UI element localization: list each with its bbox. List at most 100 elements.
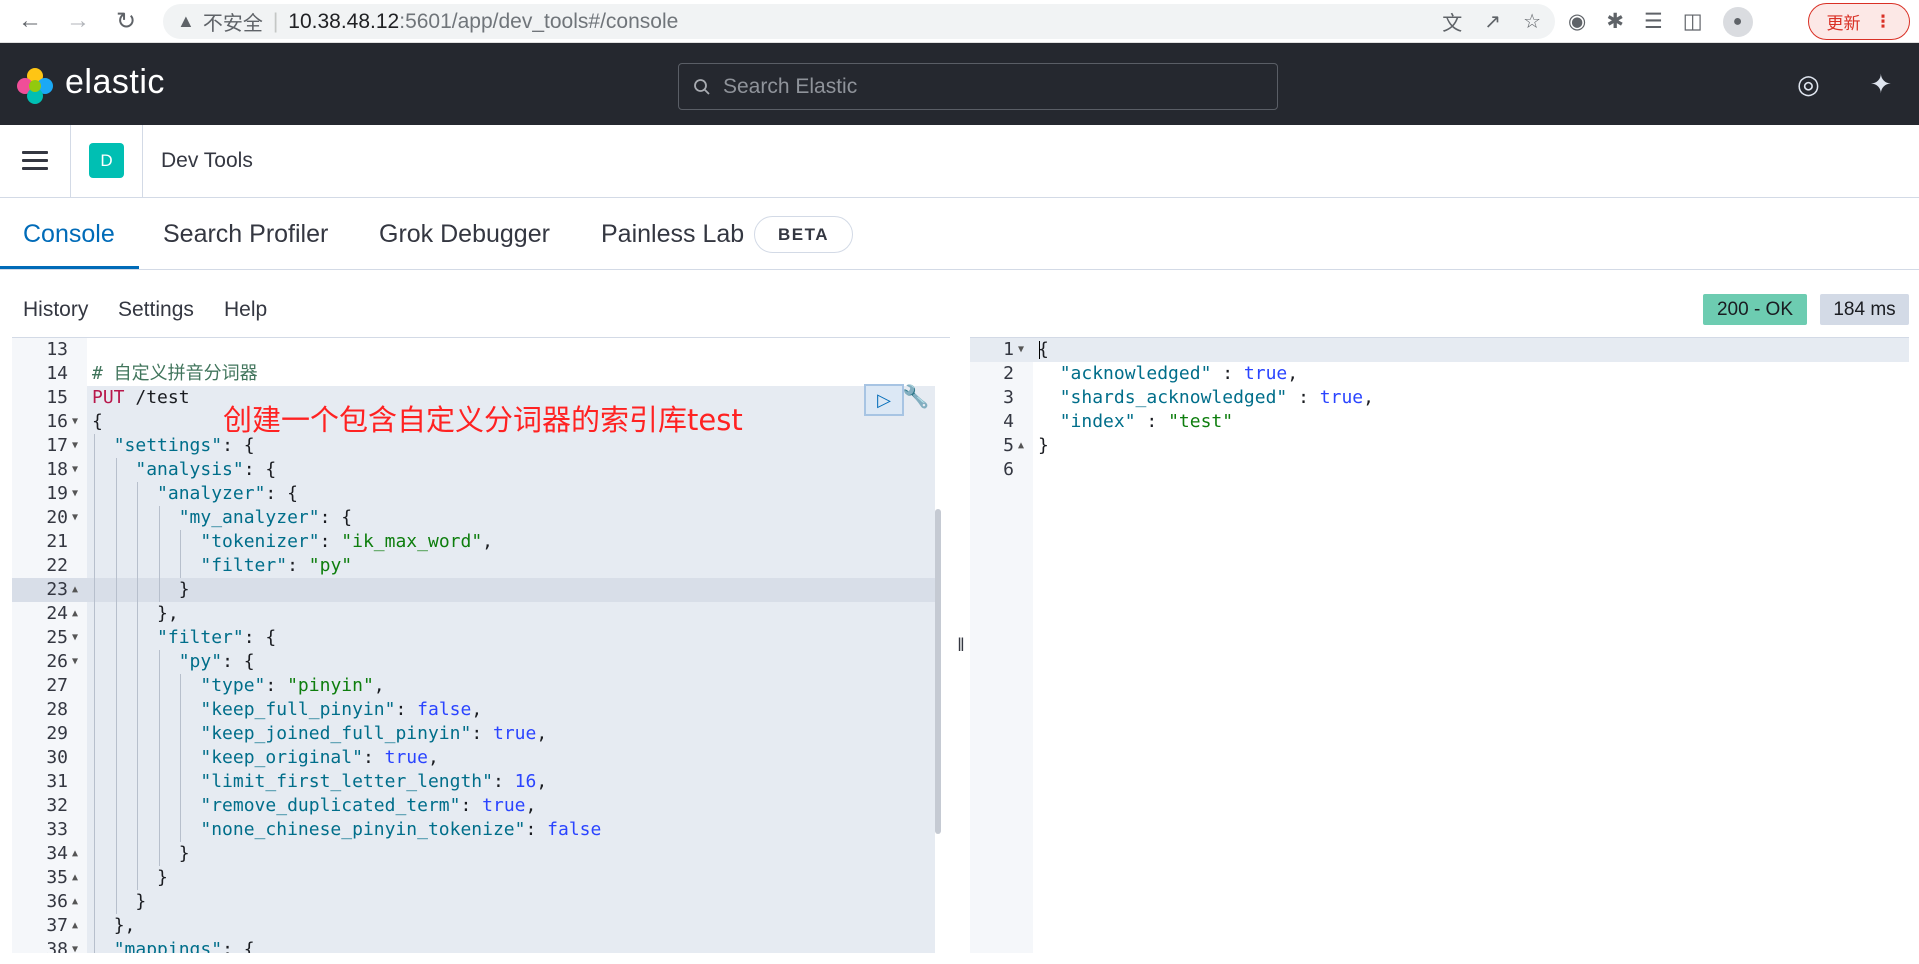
code-text: },: [113, 915, 136, 936]
fold-open-icon[interactable]: ▼: [1018, 338, 1024, 362]
tab-console[interactable]: Console: [23, 220, 115, 249]
bookmark-star-icon[interactable]: ☆: [1523, 9, 1541, 34]
beta-badge: BETA: [754, 216, 853, 253]
space-avatar[interactable]: D: [89, 143, 124, 178]
fold-close-icon[interactable]: ▲: [72, 914, 78, 938]
breadcrumb-bar: D Dev Tools: [0, 125, 1919, 198]
menu-hamburger-icon[interactable]: [22, 151, 48, 171]
line-number: 14: [46, 363, 68, 384]
line-number: 23: [46, 579, 68, 600]
request-line: 36 ▲ }: [12, 890, 950, 914]
history-link[interactable]: History: [23, 298, 88, 322]
share-icon[interactable]: ↗: [1484, 9, 1501, 34]
warning-icon: ▲: [177, 11, 195, 31]
url-separator: |: [272, 9, 279, 33]
search-input[interactable]: [723, 74, 1243, 99]
request-line: 32 "remove_duplicated_term": true,: [12, 794, 950, 818]
send-request-button[interactable]: ▷: [864, 384, 904, 416]
puzzle-icon[interactable]: ✱: [1606, 9, 1624, 34]
response-line: 3 "shards_acknowledged" : true,: [970, 386, 1908, 410]
request-line: 21 "tokenizer": "ik_max_word",: [12, 530, 950, 554]
reading-list-icon[interactable]: ☰: [1644, 9, 1663, 34]
fold-open-icon[interactable]: ▼: [72, 650, 78, 674]
editor-scrollbar[interactable]: [935, 509, 941, 834]
fold-open-icon[interactable]: ▼: [72, 458, 78, 482]
elastic-brand[interactable]: elastic: [65, 63, 165, 102]
reload-icon[interactable]: ↻: [106, 0, 146, 43]
fold-close-icon[interactable]: ▲: [72, 842, 78, 866]
line-number: 25: [46, 627, 68, 648]
help-link[interactable]: Help: [224, 298, 267, 322]
insecure-label: 不安全: [202, 13, 263, 35]
code-text: PUT /test: [92, 387, 190, 408]
request-line: 23 ▲ }: [12, 578, 950, 602]
tab-painless-lab[interactable]: Painless Lab: [601, 220, 744, 249]
dev-tools-tabs: Console Search Profiler Grok Debugger Pa…: [0, 198, 1919, 270]
request-line: 13: [12, 338, 950, 362]
code-text: "remove_duplicated_term": true,: [200, 795, 537, 816]
response-output[interactable]: 1 ▼{2 "acknowledged" : true, 3 "shards_ack…: [970, 337, 1909, 953]
request-line: 14 # 自定义拼音分词器: [12, 362, 950, 386]
tab-search-profiler[interactable]: Search Profiler: [163, 220, 328, 249]
update-button[interactable]: 更新 ⋮: [1808, 3, 1910, 40]
annotation-text: 创建一个包含自定义分词器的索引库test: [223, 403, 743, 437]
pane-resizer[interactable]: ‖: [952, 337, 970, 953]
fold-open-icon[interactable]: ▼: [72, 626, 78, 650]
code-text: "index" : "test": [1059, 411, 1234, 432]
settings-link[interactable]: Settings: [118, 298, 194, 322]
fold-open-icon[interactable]: ▼: [72, 482, 78, 506]
request-line: 34 ▲ }: [12, 842, 950, 866]
request-line: 35 ▲ }: [12, 866, 950, 890]
code-text: "limit_first_letter_length": 16,: [200, 771, 548, 792]
response-line: 2 "acknowledged" : true,: [970, 362, 1908, 386]
code-text: "keep_original": true,: [200, 747, 439, 768]
line-number: 15: [46, 387, 68, 408]
code-text: "tokenizer": "ik_max_word",: [200, 531, 494, 552]
address-bar[interactable]: ▲ 不安全 | 10.38.48.12:5601/app/dev_tools#/…: [163, 4, 1555, 39]
fold-close-icon[interactable]: ▲: [72, 890, 78, 914]
line-number: 22: [46, 555, 68, 576]
fold-close-icon[interactable]: ▲: [72, 602, 78, 626]
profile-avatar-icon[interactable]: ●: [1722, 6, 1753, 37]
translate-icon[interactable]: 文: [1442, 7, 1462, 36]
line-number: 28: [46, 699, 68, 720]
response-code: 1 ▼{2 "acknowledged" : true, 3 "shards_ack…: [970, 338, 1908, 482]
request-line: 28 "keep_full_pinyin": false,: [12, 698, 950, 722]
code-text: }: [178, 843, 190, 864]
line-number: 32: [46, 795, 68, 816]
fold-close-icon[interactable]: ▲: [72, 578, 78, 602]
wrench-icon[interactable]: 🔧: [902, 384, 929, 410]
line-number: 18: [46, 459, 68, 480]
fold-open-icon[interactable]: ▼: [72, 410, 78, 434]
fold-open-icon[interactable]: ▼: [72, 434, 78, 458]
request-line: 37 ▲ },: [12, 914, 950, 938]
line-number: 34: [46, 843, 68, 864]
extension-e-icon[interactable]: ◉: [1568, 9, 1586, 34]
help-lifebuoy-icon[interactable]: ◎: [1797, 69, 1820, 100]
duration-badge: 184 ms: [1820, 294, 1909, 325]
news-feed-icon[interactable]: ✦: [1870, 69, 1892, 100]
fold-open-icon[interactable]: ▼: [72, 506, 78, 530]
code-text: }: [135, 891, 147, 912]
line-number: 20: [46, 507, 68, 528]
text-cursor: [1039, 341, 1040, 359]
response-line: 1 ▼{: [970, 338, 1908, 362]
code-text: "none_chinese_pinyin_tokenize": false: [200, 819, 602, 840]
fold-open-icon[interactable]: ▼: [72, 938, 78, 953]
line-number: 24: [46, 603, 68, 624]
status-badge: 200 - OK: [1703, 294, 1807, 325]
request-line: 30 "keep_original": true,: [12, 746, 950, 770]
tab-grok-debugger[interactable]: Grok Debugger: [379, 220, 550, 249]
side-panel-icon[interactable]: ◫: [1683, 9, 1703, 34]
code-text: "my_analyzer": {: [178, 507, 353, 528]
fold-close-icon[interactable]: ▲: [72, 866, 78, 890]
kebab-menu-icon: ⋮: [1874, 11, 1892, 31]
fold-close-icon[interactable]: ▲: [1018, 434, 1024, 458]
global-search[interactable]: [678, 63, 1278, 110]
elastic-logo-icon[interactable]: [16, 67, 54, 105]
request-line: 25 ▼ "filter": {: [12, 626, 950, 650]
forward-arrow-icon[interactable]: →: [58, 0, 98, 43]
code-text: "filter": {: [157, 627, 277, 648]
back-arrow-icon[interactable]: ←: [10, 0, 50, 43]
line-number: 33: [46, 819, 68, 840]
